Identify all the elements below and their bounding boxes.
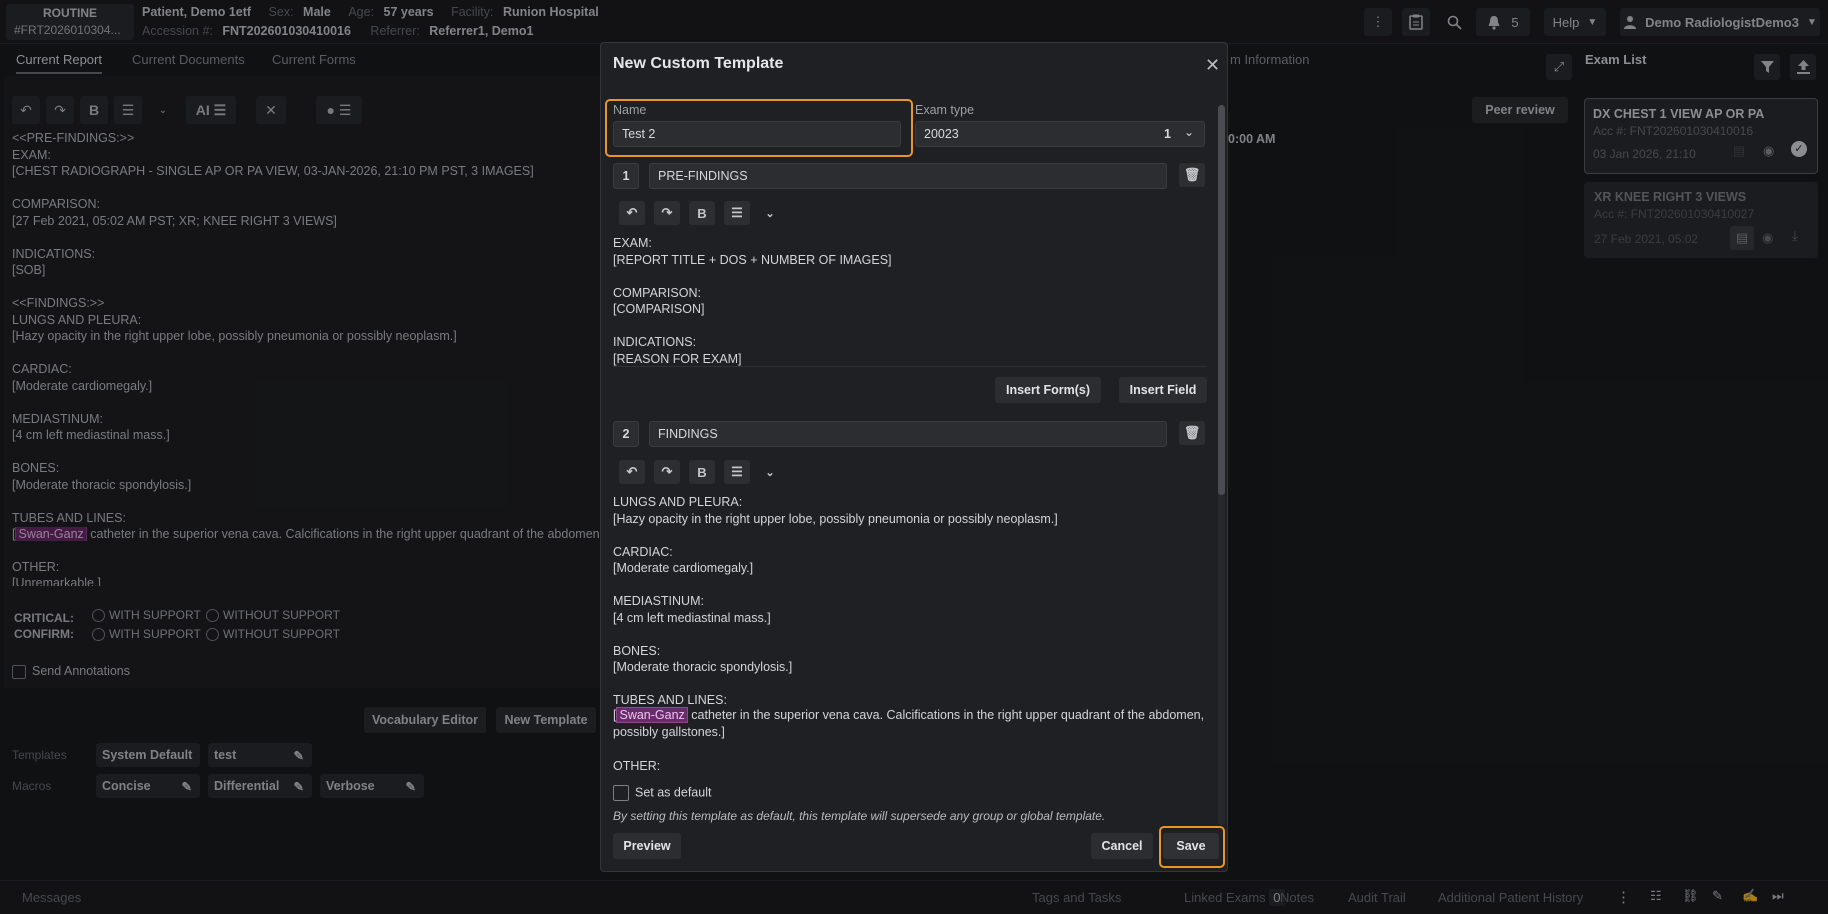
new-custom-template-dialog: New Custom Template ✕ Name Test 2 Exam t… [600, 42, 1228, 872]
bold-button[interactable]: B [689, 201, 715, 225]
chevron-down-icon: ⌄ [1184, 125, 1195, 139]
save-focus-highlight [1159, 826, 1225, 868]
insert-forms-label: Insert Form(s) [1005, 383, 1091, 397]
tubes-line-2: possibly gallstones.] [613, 725, 725, 739]
list-button[interactable]: ☰ [724, 201, 750, 225]
list-icon: ☰ [731, 464, 743, 479]
set-default-checkbox[interactable]: Set as default [613, 785, 711, 801]
divider [613, 366, 1207, 367]
dialog-scrollbar[interactable] [1218, 105, 1225, 825]
insert-forms-button[interactable]: Insert Form(s) [995, 377, 1101, 403]
exam-type-label: Exam type [915, 103, 975, 117]
redo-button[interactable]: ↷ [654, 460, 680, 484]
list-button[interactable]: ☰ [724, 460, 750, 484]
redo-icon: ↷ [661, 464, 673, 479]
delete-section-button[interactable]: 🗑 [1179, 163, 1205, 187]
chevron-down-icon: ⌄ [765, 207, 775, 220]
preview-label: Preview [623, 839, 671, 853]
section-name-input[interactable]: PRE-FINDINGS [649, 163, 1167, 189]
name-focus-highlight [605, 99, 913, 157]
set-default-label: Set as default [635, 785, 712, 800]
list-dropdown[interactable]: ⌄ [757, 201, 783, 225]
cancel-button[interactable]: Cancel [1091, 833, 1153, 859]
cancel-label: Cancel [1101, 839, 1143, 853]
trash-icon: 🗑 [1183, 167, 1201, 182]
close-icon[interactable]: ✕ [1205, 55, 1220, 76]
undo-icon: ↶ [626, 205, 638, 220]
list-dropdown[interactable]: ⌄ [757, 460, 783, 484]
insert-field-label: Insert Field [1129, 383, 1197, 397]
trash-icon: 🗑 [1183, 425, 1201, 440]
undo-button[interactable]: ↶ [619, 201, 645, 225]
scrollbar-thumb[interactable] [1218, 105, 1225, 495]
undo-button[interactable]: ↶ [619, 460, 645, 484]
section-name-input[interactable]: FINDINGS [649, 421, 1167, 447]
section-number: 1 [613, 163, 639, 189]
tubes-text: catheter in the superior vena cava. Calc… [687, 708, 1205, 722]
section-number: 2 [613, 421, 639, 447]
swan-ganz-highlight: Swan-Ganz [616, 707, 688, 723]
dialog-title: New Custom Template [613, 55, 784, 72]
section-2-editor[interactable]: LUNGS AND PLEURA: [Hazy opacity in the r… [613, 494, 1058, 709]
bold-icon: B [697, 464, 707, 480]
exam-type-count: 1 [1164, 127, 1171, 141]
checkbox-icon [613, 785, 629, 801]
exam-type-value: 20023 [924, 127, 959, 141]
insert-field-button[interactable]: Insert Field [1119, 377, 1207, 403]
delete-section-button[interactable]: 🗑 [1179, 421, 1205, 445]
list-icon: ☰ [731, 205, 743, 220]
bold-button[interactable]: B [689, 460, 715, 484]
section-1-editor[interactable]: EXAM: [REPORT TITLE + DOS + NUMBER OF IM… [613, 235, 892, 367]
default-note: By setting this template as default, thi… [613, 809, 1106, 823]
undo-icon: ↶ [626, 464, 638, 479]
redo-button[interactable]: ↷ [654, 201, 680, 225]
other-label: OTHER: [613, 759, 661, 773]
bold-icon: B [697, 205, 707, 221]
tubes-line: [Swan-Ganz catheter in the superior vena… [613, 707, 1205, 723]
redo-icon: ↷ [661, 205, 673, 220]
preview-button[interactable]: Preview [613, 833, 681, 859]
exam-type-select[interactable]: 20023 1 ⌄ [915, 121, 1205, 147]
chevron-down-icon: ⌄ [765, 466, 775, 479]
